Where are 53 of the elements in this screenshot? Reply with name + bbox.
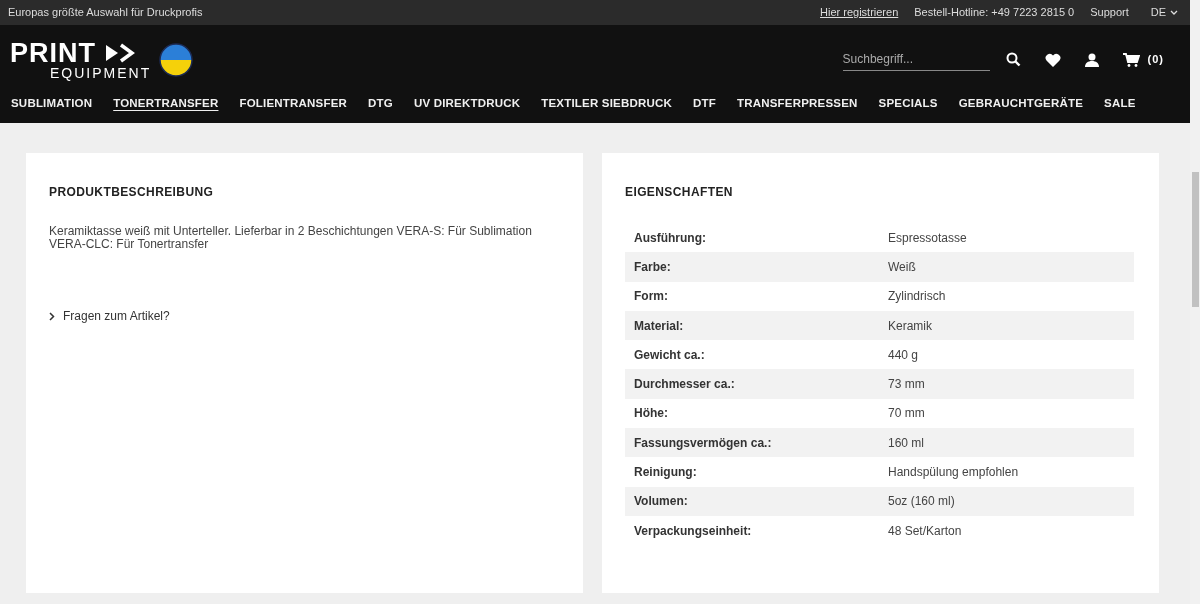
heart-icon[interactable] xyxy=(1044,52,1061,67)
property-value: Espressotasse xyxy=(879,223,1134,253)
chevron-right-icon xyxy=(49,311,55,321)
nav-tab[interactable]: SALE xyxy=(1104,95,1136,113)
search-icon[interactable] xyxy=(1005,52,1021,67)
section-title: EIGENSCHAFTEN xyxy=(625,184,734,201)
property-value: 440 g xyxy=(879,340,1134,370)
search-field[interactable]: Suchbegriff... xyxy=(842,48,990,71)
nav-tab[interactable]: UV DIREKTDRUCK xyxy=(413,95,521,113)
nav-tab[interactable]: TEXTILER SIEBDRUCK xyxy=(541,95,672,113)
cart-count: (0) xyxy=(1147,52,1164,68)
nav-tab[interactable]: TRANSFERPRESSEN xyxy=(736,95,858,113)
logo[interactable]: PRINT EQUIPMENT xyxy=(10,39,152,80)
nav-tab[interactable]: SUBLIMATION xyxy=(11,95,93,113)
cart-icon[interactable] xyxy=(1122,52,1140,67)
property-label: Gewicht ca.: xyxy=(625,340,879,370)
property-value: 5oz (160 ml) xyxy=(879,486,1134,516)
property-value: Keramik xyxy=(879,310,1134,341)
support-link[interactable]: Support xyxy=(1090,4,1129,21)
tagline: Europas größte Auswahl für Druckprofis xyxy=(8,5,203,21)
property-value: Weiß xyxy=(879,252,1134,282)
language-selector[interactable]: DE xyxy=(1150,4,1166,21)
property-value: 73 mm xyxy=(879,369,1134,399)
nav-tab[interactable]: DTF xyxy=(693,95,716,113)
property-label: Volumen: xyxy=(625,486,879,516)
chevron-down-icon xyxy=(1170,9,1178,16)
section-title: PRODUKTBESCHREIBUNG xyxy=(49,184,215,201)
property-label: Farbe: xyxy=(625,252,879,282)
property-label: Durchmesser ca.: xyxy=(625,369,879,399)
property-value: Zylindrisch xyxy=(879,281,1134,311)
nav-tab[interactable]: TONERTRANSFER xyxy=(113,95,219,113)
property-label: Fassungsvermögen ca.: xyxy=(625,428,879,458)
property-label: Höhe: xyxy=(625,398,879,429)
flag-badge-icon xyxy=(159,42,194,77)
register-link[interactable]: Hier registrieren xyxy=(820,4,899,21)
property-label: Form: xyxy=(625,281,879,311)
questions-link[interactable]: Fragen zum Artikel? xyxy=(49,307,560,325)
double-arrow-icon xyxy=(104,42,136,63)
property-label: Reinigung: xyxy=(625,457,879,487)
description-text: Keramiktasse weiß mit Unterteller. Lieferbar in 2 Beschichtungen VERA-S: Für Sublimation VERA-CLC: Für Tonertransfer xyxy=(49,225,533,251)
property-label: Ausführung: xyxy=(625,223,879,253)
nav-tab[interactable]: SPECIALS xyxy=(878,95,938,113)
property-value: 160 ml xyxy=(879,428,1134,458)
nav-tab[interactable]: GEBRAUCHTGERÄTE xyxy=(958,95,1084,113)
user-icon[interactable] xyxy=(1084,52,1099,67)
property-value: 70 mm xyxy=(879,398,1134,429)
nav-tab[interactable]: FOLIENTRANSFER xyxy=(239,95,348,113)
property-value: 48 Set/Karton xyxy=(879,515,1134,546)
property-value: Handspülung empfohlen xyxy=(879,457,1134,487)
nav-tab[interactable]: DTG xyxy=(368,95,393,113)
hotline-text: Bestell-Hotline: +49 7223 2815 0 xyxy=(914,5,1075,21)
property-label: Verpackungseinheit: xyxy=(625,515,879,546)
property-label: Material: xyxy=(625,310,879,341)
